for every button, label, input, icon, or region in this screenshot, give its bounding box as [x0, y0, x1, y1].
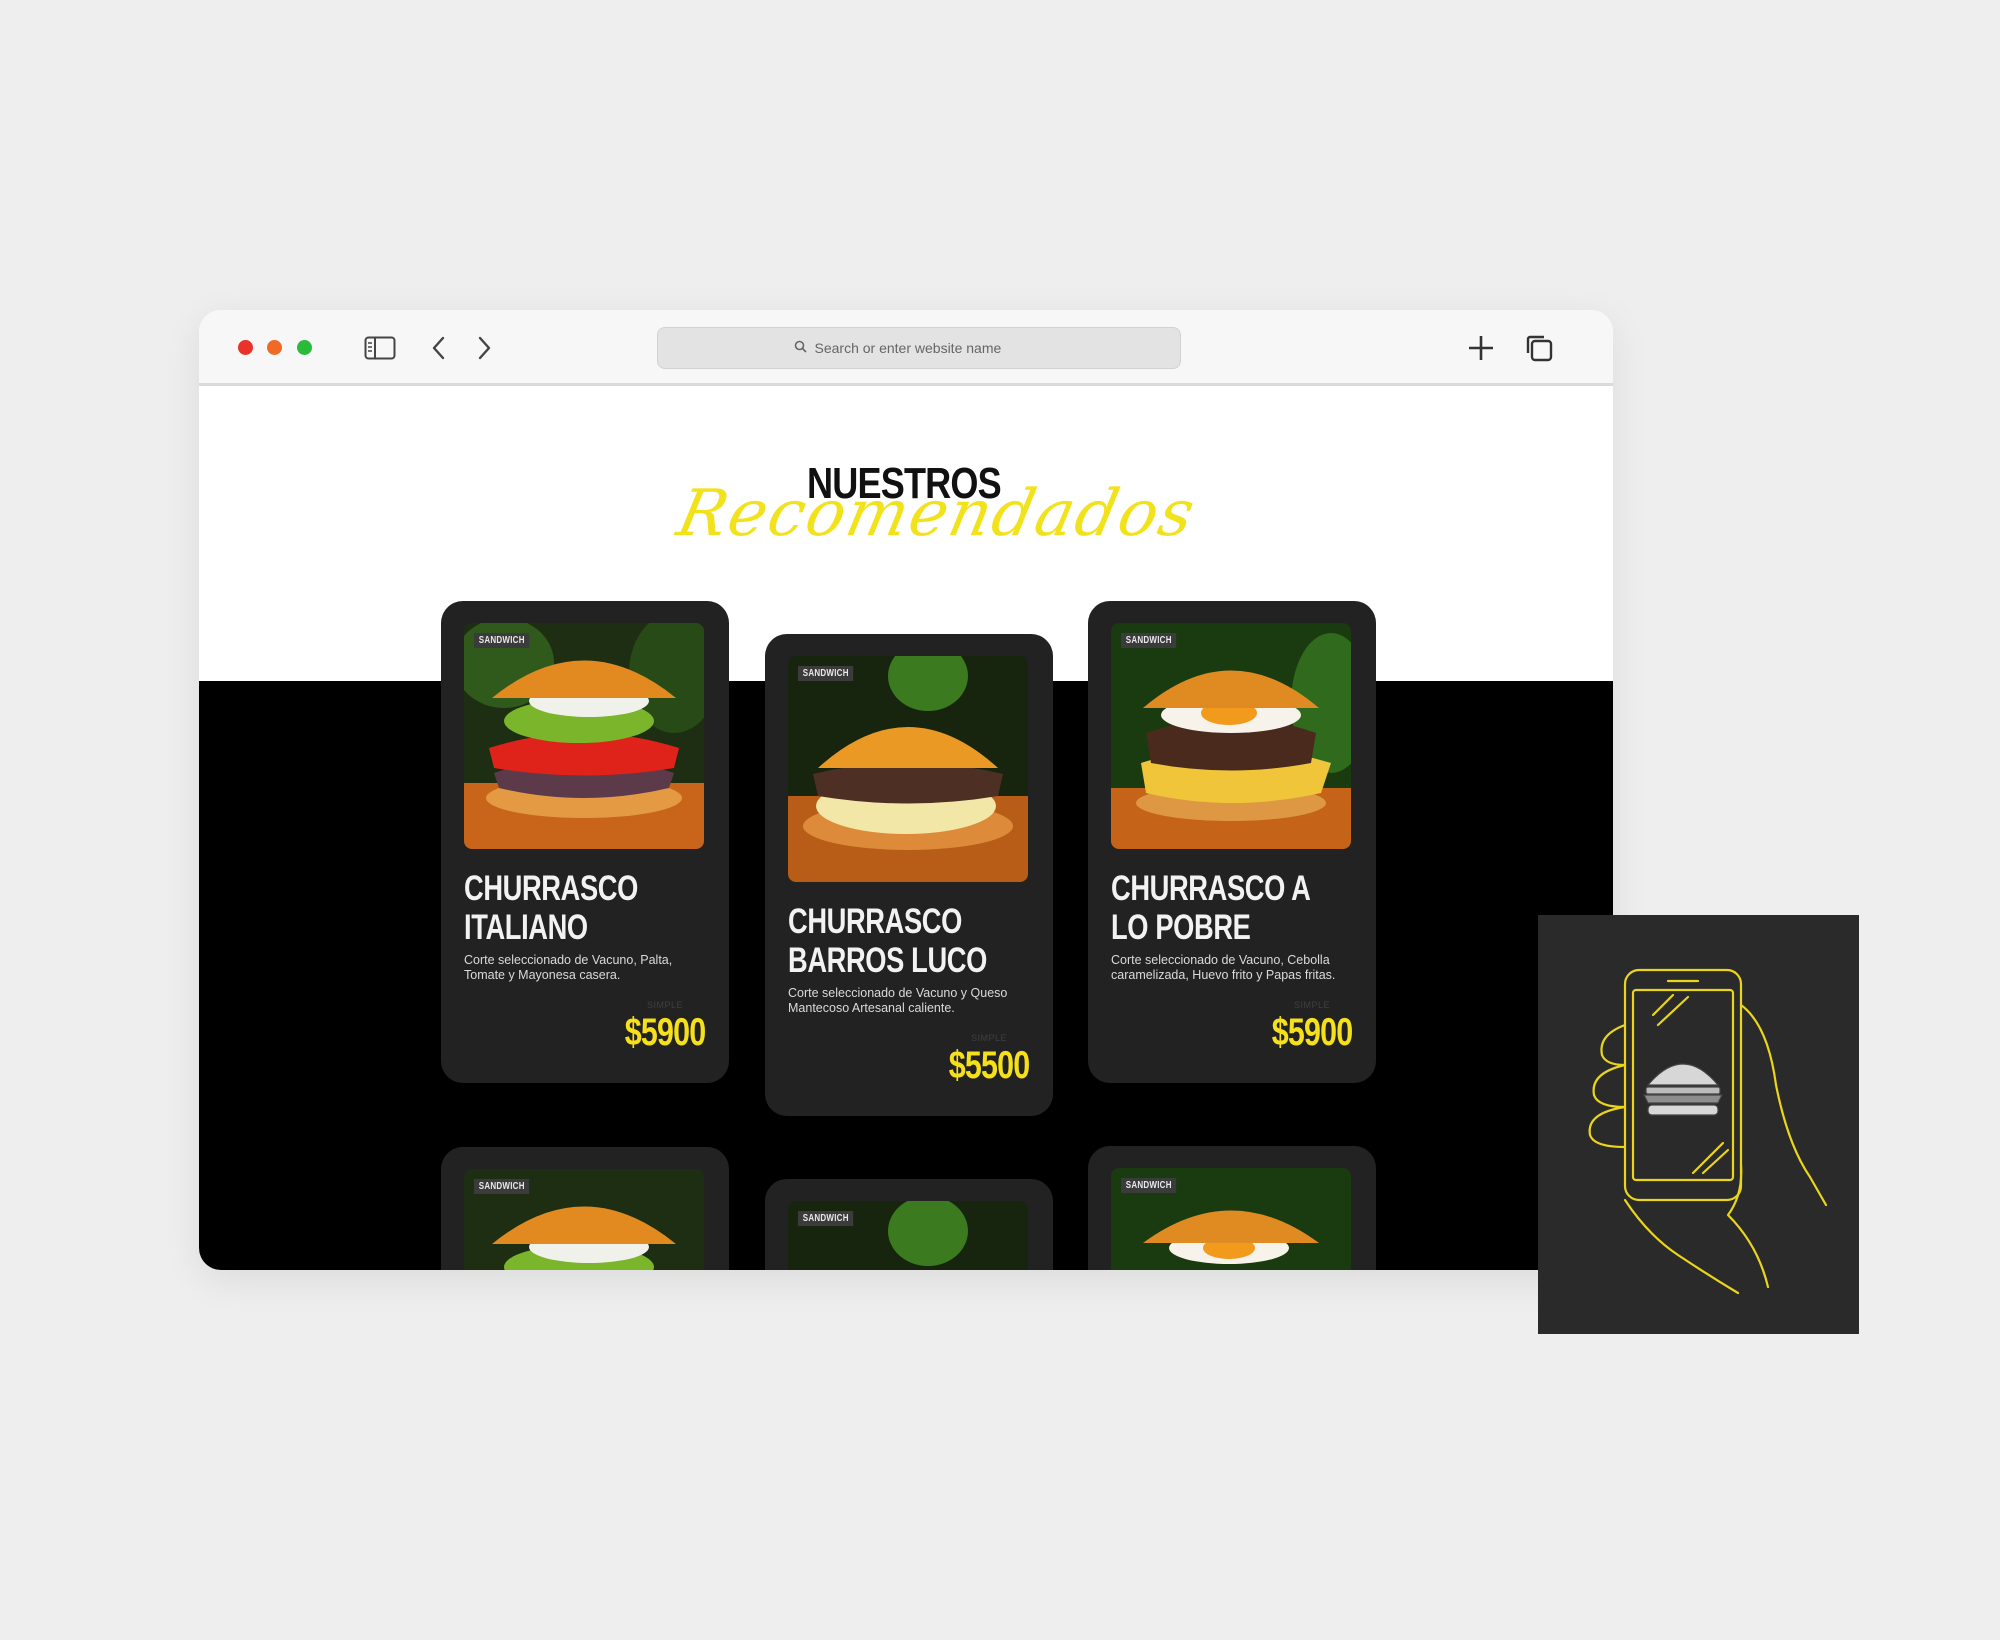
burger-icon — [1643, 1063, 1723, 1116]
category-badge: SANDWICH — [1121, 633, 1177, 648]
category-badge: SANDWICH — [474, 1179, 530, 1194]
browser-window: Recomendados NUESTROS SANDWICH — [199, 310, 1613, 1270]
card-size-label: SIMPLE — [970, 1033, 1007, 1043]
sidebar-toggle-icon[interactable] — [362, 330, 398, 366]
heading-main-text: NUESTROS — [807, 459, 1002, 508]
category-badge: SANDWICH — [474, 633, 530, 648]
card-photo: SANDWICH — [464, 1169, 704, 1270]
menu-card[interactable]: SANDWICH CHURRASCO A LO POBRE Corte sele… — [1088, 601, 1376, 1083]
section-heading: Recomendados NUESTROS — [671, 459, 1202, 569]
card-description: Corte seleccionado de Vacuno y Queso Man… — [788, 986, 1008, 1015]
card-photo: SANDWICH — [788, 656, 1028, 882]
card-price: $5900 — [1271, 1011, 1352, 1054]
back-arrow-icon[interactable] — [421, 330, 457, 366]
address-bar[interactable] — [657, 327, 1181, 369]
menu-card[interactable]: SANDWICH — [765, 1179, 1053, 1270]
minimize-window-button[interactable] — [267, 340, 282, 355]
card-price: $5900 — [624, 1011, 705, 1054]
card-photo: SANDWICH — [788, 1201, 1028, 1270]
tab-overview-icon[interactable] — [1521, 330, 1557, 366]
address-input[interactable] — [814, 340, 1045, 356]
card-description: Corte seleccionado de Vacuno, Cebolla ca… — [1111, 953, 1336, 982]
search-icon — [794, 340, 807, 356]
card-title: CHURRASCO A LO POBRE — [1111, 869, 1310, 947]
card-photo: SANDWICH — [1111, 623, 1351, 849]
browser-toolbar — [199, 310, 1613, 386]
category-badge: SANDWICH — [798, 666, 854, 681]
card-title: CHURRASCO BARROS LUCO — [788, 902, 987, 980]
card-photo: SANDWICH — [464, 623, 704, 849]
card-title: CHURRASCO ITALIANO — [464, 869, 638, 947]
category-badge: SANDWICH — [1121, 1178, 1177, 1193]
menu-card[interactable]: SANDWICH CHURRASCO BARROS LUCO Corte sel… — [765, 634, 1053, 1116]
promo-poster — [1538, 915, 1859, 1334]
card-description: Corte seleccionado de Vacuno, Palta, Tom… — [464, 953, 673, 982]
card-price: $5500 — [948, 1044, 1029, 1087]
page-content: Recomendados NUESTROS SANDWICH CHURRASCO… — [199, 389, 1613, 1270]
maximize-window-button[interactable] — [297, 340, 312, 355]
category-badge: SANDWICH — [798, 1211, 854, 1226]
new-tab-plus-icon[interactable] — [1463, 330, 1499, 366]
menu-card[interactable]: SANDWICH — [441, 1147, 729, 1270]
card-photo: SANDWICH — [1111, 1168, 1351, 1270]
menu-card[interactable]: SANDWICH — [1088, 1146, 1376, 1270]
menu-card[interactable]: SANDWICH CHURRASCO ITALIANO Corte selecc… — [441, 601, 729, 1083]
card-size-label: SIMPLE — [1293, 1000, 1330, 1010]
forward-arrow-icon[interactable] — [466, 330, 502, 366]
card-size-label: SIMPLE — [646, 1000, 683, 1010]
close-window-button[interactable] — [238, 340, 253, 355]
hand-phone-illustration — [1588, 968, 1828, 1295]
